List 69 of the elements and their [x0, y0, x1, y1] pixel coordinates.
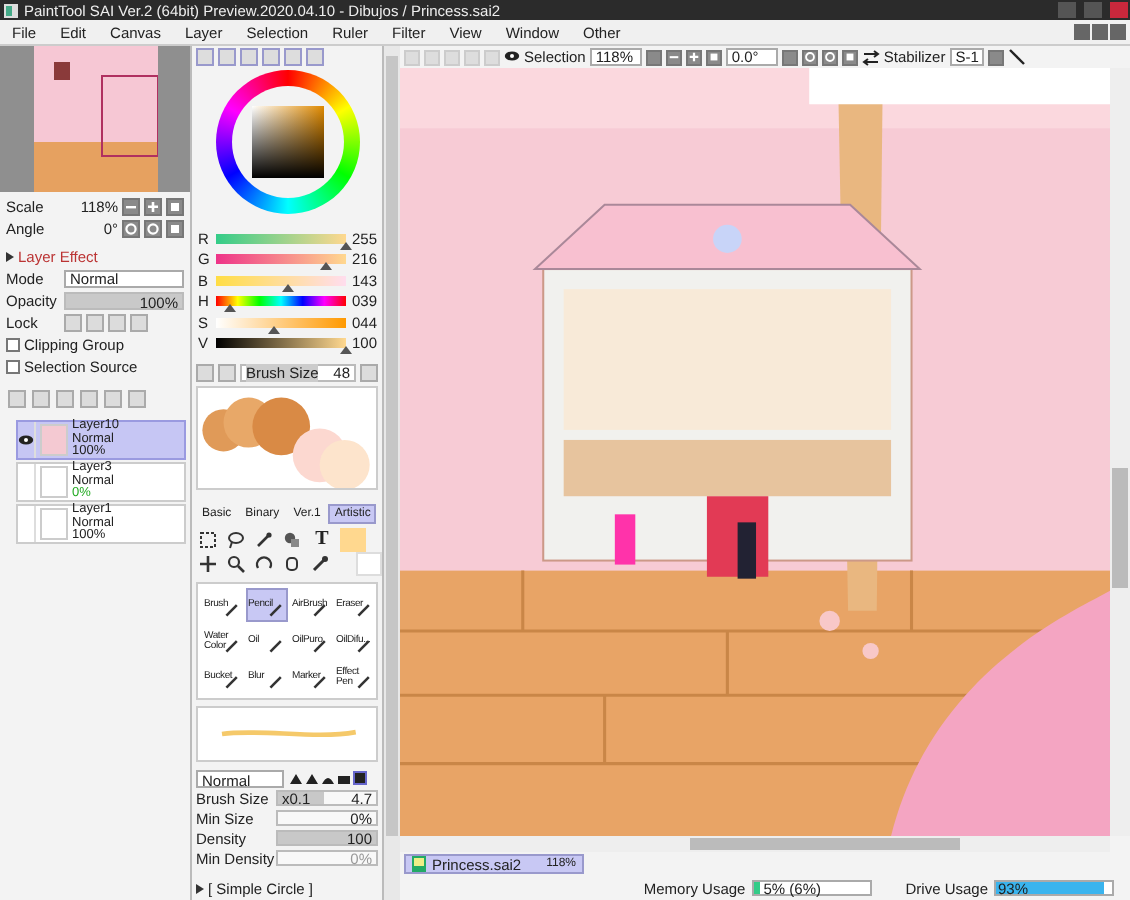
zoom-reset-button[interactable] — [166, 198, 184, 216]
shape-icon[interactable] — [282, 529, 302, 549]
pencil-icon — [312, 674, 328, 690]
checkbox[interactable] — [6, 338, 20, 352]
pencil-icon — [268, 638, 284, 654]
square-icon — [168, 222, 182, 236]
app-icon — [4, 3, 18, 17]
scrollbar-thumb[interactable] — [1112, 468, 1128, 588]
eyedropper-icon[interactable] — [310, 554, 330, 574]
zoom-icon[interactable] — [226, 554, 246, 574]
color-square[interactable] — [251, 106, 323, 178]
pencil-icon — [356, 674, 372, 690]
text-tool-button[interactable]: T — [310, 528, 334, 550]
square-icon — [843, 50, 856, 64]
zoom-in-button[interactable] — [685, 49, 702, 65]
circle-icon — [124, 222, 138, 236]
marquee-icon[interactable] — [198, 529, 218, 549]
pencil-icon — [224, 638, 240, 654]
stroke-icon[interactable] — [1008, 48, 1027, 66]
vertical-scrollbar[interactable] — [1110, 68, 1130, 836]
flip-arrows-icon[interactable] — [861, 49, 880, 65]
secondary-color-swatch[interactable] — [356, 552, 382, 576]
layer-thumbnail — [40, 424, 68, 456]
checkbox[interactable] — [6, 360, 20, 374]
zoom-dropdown-button[interactable] — [645, 49, 662, 65]
angle-dropdown-button[interactable] — [781, 49, 798, 65]
pencil-icon — [268, 602, 284, 618]
layer-thumbnail — [40, 466, 68, 498]
wand-icon[interactable] — [254, 529, 274, 549]
minus-icon — [124, 200, 138, 214]
zoom-reset-button[interactable] — [705, 49, 722, 65]
pencil-icon — [312, 638, 328, 654]
zoom-in-button[interactable] — [144, 198, 162, 216]
file-icon — [412, 856, 426, 872]
rotate-left-button[interactable] — [122, 220, 140, 238]
eye-icon[interactable] — [504, 48, 520, 66]
lasso-icon[interactable] — [226, 529, 246, 549]
pencil-icon — [312, 602, 328, 618]
rotate-icon[interactable] — [254, 554, 274, 574]
brush-tip-shapes-icon[interactable] — [288, 770, 368, 786]
zoom-out-button[interactable] — [122, 198, 140, 216]
expand-arrow-icon[interactable] — [6, 252, 14, 262]
circle-icon — [146, 222, 160, 236]
expand-arrow-icon[interactable] — [196, 883, 204, 893]
square-icon — [707, 50, 720, 64]
primary-color-swatch[interactable] — [340, 528, 366, 552]
rotate-right-button[interactable] — [821, 49, 838, 65]
layer-thumbnail — [40, 508, 68, 540]
pencil-icon — [356, 602, 372, 618]
pencil-icon — [224, 602, 240, 618]
rotate-left-button[interactable] — [801, 49, 818, 65]
panel-scrollbar-thumb[interactable] — [386, 56, 398, 836]
color-slider[interactable] — [216, 338, 346, 349]
eye-icon[interactable] — [18, 422, 36, 458]
horizontal-scrollbar[interactable] — [400, 836, 1110, 852]
move-icon[interactable] — [198, 554, 218, 574]
plus-icon — [146, 200, 160, 214]
pencil-icon — [356, 638, 372, 654]
stabilizer-dropdown-button[interactable] — [988, 49, 1005, 65]
square-icon — [168, 200, 182, 214]
pencil-icon — [268, 674, 284, 690]
rotate-reset-button[interactable] — [841, 49, 858, 65]
pencil-icon — [224, 674, 240, 690]
rotate-reset-button[interactable] — [166, 220, 184, 238]
minus-icon — [667, 50, 680, 64]
slider-thumb[interactable] — [340, 346, 352, 355]
zoom-out-button[interactable] — [665, 49, 682, 65]
scrollbar-thumb[interactable] — [690, 838, 960, 850]
rotate-right-button[interactable] — [144, 220, 162, 238]
